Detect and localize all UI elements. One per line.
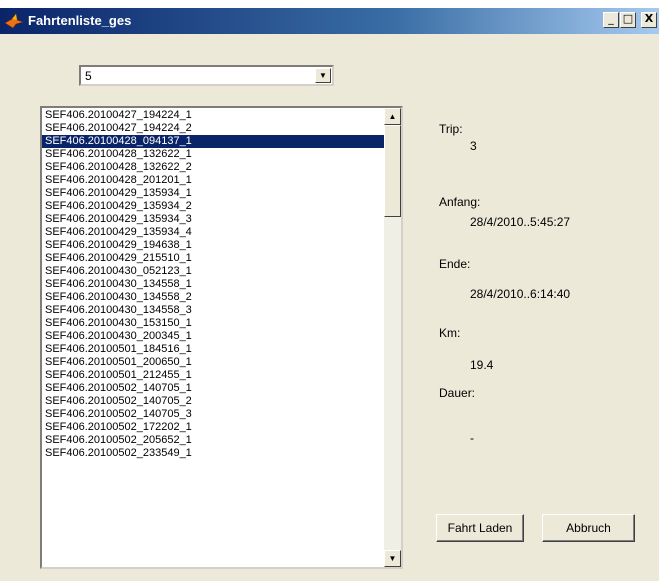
list-item[interactable]: SEF406.20100428_132622_2 xyxy=(42,161,384,174)
km-value: 19.4 xyxy=(470,358,494,372)
list-item[interactable]: SEF406.20100430_134558_2 xyxy=(42,291,384,304)
trip-value: 3 xyxy=(470,139,477,153)
app-icon xyxy=(4,13,24,29)
trip-listbox[interactable]: SEF406.20100427_194224_1 SEF406.20100427_… xyxy=(40,106,403,569)
load-trip-button[interactable]: Fahrt Laden xyxy=(436,514,524,542)
list-item[interactable]: SEF406.20100429_215510_1 xyxy=(42,252,384,265)
window-title: Fahrtenliste_ges xyxy=(28,13,132,28)
list-scrollbar[interactable]: ▲ ▼ xyxy=(384,108,401,567)
title-bar[interactable]: Fahrtenliste_ges _ □ X xyxy=(0,8,659,34)
list-item[interactable]: SEF406.20100501_200650_1 xyxy=(42,356,384,369)
chevron-down-icon[interactable]: ▼ xyxy=(315,68,331,83)
app-window: Fahrtenliste_ges _ □ X 5 ▼ SEF406.201004… xyxy=(0,8,659,581)
cancel-button[interactable]: Abbruch xyxy=(542,514,635,542)
list-item[interactable]: SEF406.20100428_132622_1 xyxy=(42,148,384,161)
trip-label: Trip: xyxy=(439,122,463,136)
list-item[interactable]: SEF406.20100429_135934_2 xyxy=(42,200,384,213)
km-label: Km: xyxy=(439,326,461,340)
list-item[interactable]: SEF406.20100429_135934_3 xyxy=(42,213,384,226)
anfang-label: Anfang: xyxy=(439,195,481,209)
list-item[interactable]: SEF406.20100502_140705_1 xyxy=(42,382,384,395)
list-item[interactable]: SEF406.20100428_094137_1 xyxy=(42,135,384,148)
minimize-button[interactable]: _ xyxy=(603,12,619,28)
trip-count-select[interactable]: 5 ▼ xyxy=(79,65,334,86)
list-item[interactable]: SEF406.20100429_135934_1 xyxy=(42,187,384,200)
list-item[interactable]: SEF406.20100430_134558_1 xyxy=(42,278,384,291)
ende-label: Ende: xyxy=(439,257,471,271)
dauer-label: Dauer: xyxy=(439,386,476,400)
ende-value: 28/4/2010..6:14:40 xyxy=(470,287,571,301)
list-item[interactable]: SEF406.20100429_194638_1 xyxy=(42,239,384,252)
list-item[interactable]: SEF406.20100502_172202_1 xyxy=(42,421,384,434)
scroll-up-icon[interactable]: ▲ xyxy=(384,108,401,125)
list-item[interactable]: SEF406.20100430_134558_3 xyxy=(42,304,384,317)
list-item[interactable]: SEF406.20100427_194224_2 xyxy=(42,122,384,135)
select-value: 5 xyxy=(85,69,92,83)
list-item[interactable]: SEF406.20100428_201201_1 xyxy=(42,174,384,187)
list-item[interactable]: SEF406.20100502_233549_1 xyxy=(42,447,384,460)
list-item[interactable]: SEF406.20100501_212455_1 xyxy=(42,369,384,382)
list-item[interactable]: SEF406.20100429_135934_4 xyxy=(42,226,384,239)
dauer-value: - xyxy=(470,431,474,445)
maximize-button[interactable]: □ xyxy=(620,12,636,28)
list-item[interactable]: SEF406.20100501_184516_1 xyxy=(42,343,384,356)
list-items: SEF406.20100427_194224_1 SEF406.20100427_… xyxy=(42,109,384,460)
anfang-value: 28/4/2010..5:45:27 xyxy=(470,215,571,229)
scroll-down-icon[interactable]: ▼ xyxy=(384,550,401,567)
list-item[interactable]: SEF406.20100430_200345_1 xyxy=(42,330,384,343)
list-item[interactable]: SEF406.20100502_205652_1 xyxy=(42,434,384,447)
close-button[interactable]: X xyxy=(641,12,657,28)
list-item[interactable]: SEF406.20100502_140705_3 xyxy=(42,408,384,421)
list-item[interactable]: SEF406.20100427_194224_1 xyxy=(42,109,384,122)
list-item[interactable]: SEF406.20100430_052123_1 xyxy=(42,265,384,278)
list-item[interactable]: SEF406.20100502_140705_2 xyxy=(42,395,384,408)
list-item[interactable]: SEF406.20100430_153150_1 xyxy=(42,317,384,330)
scroll-thumb[interactable] xyxy=(384,125,401,217)
